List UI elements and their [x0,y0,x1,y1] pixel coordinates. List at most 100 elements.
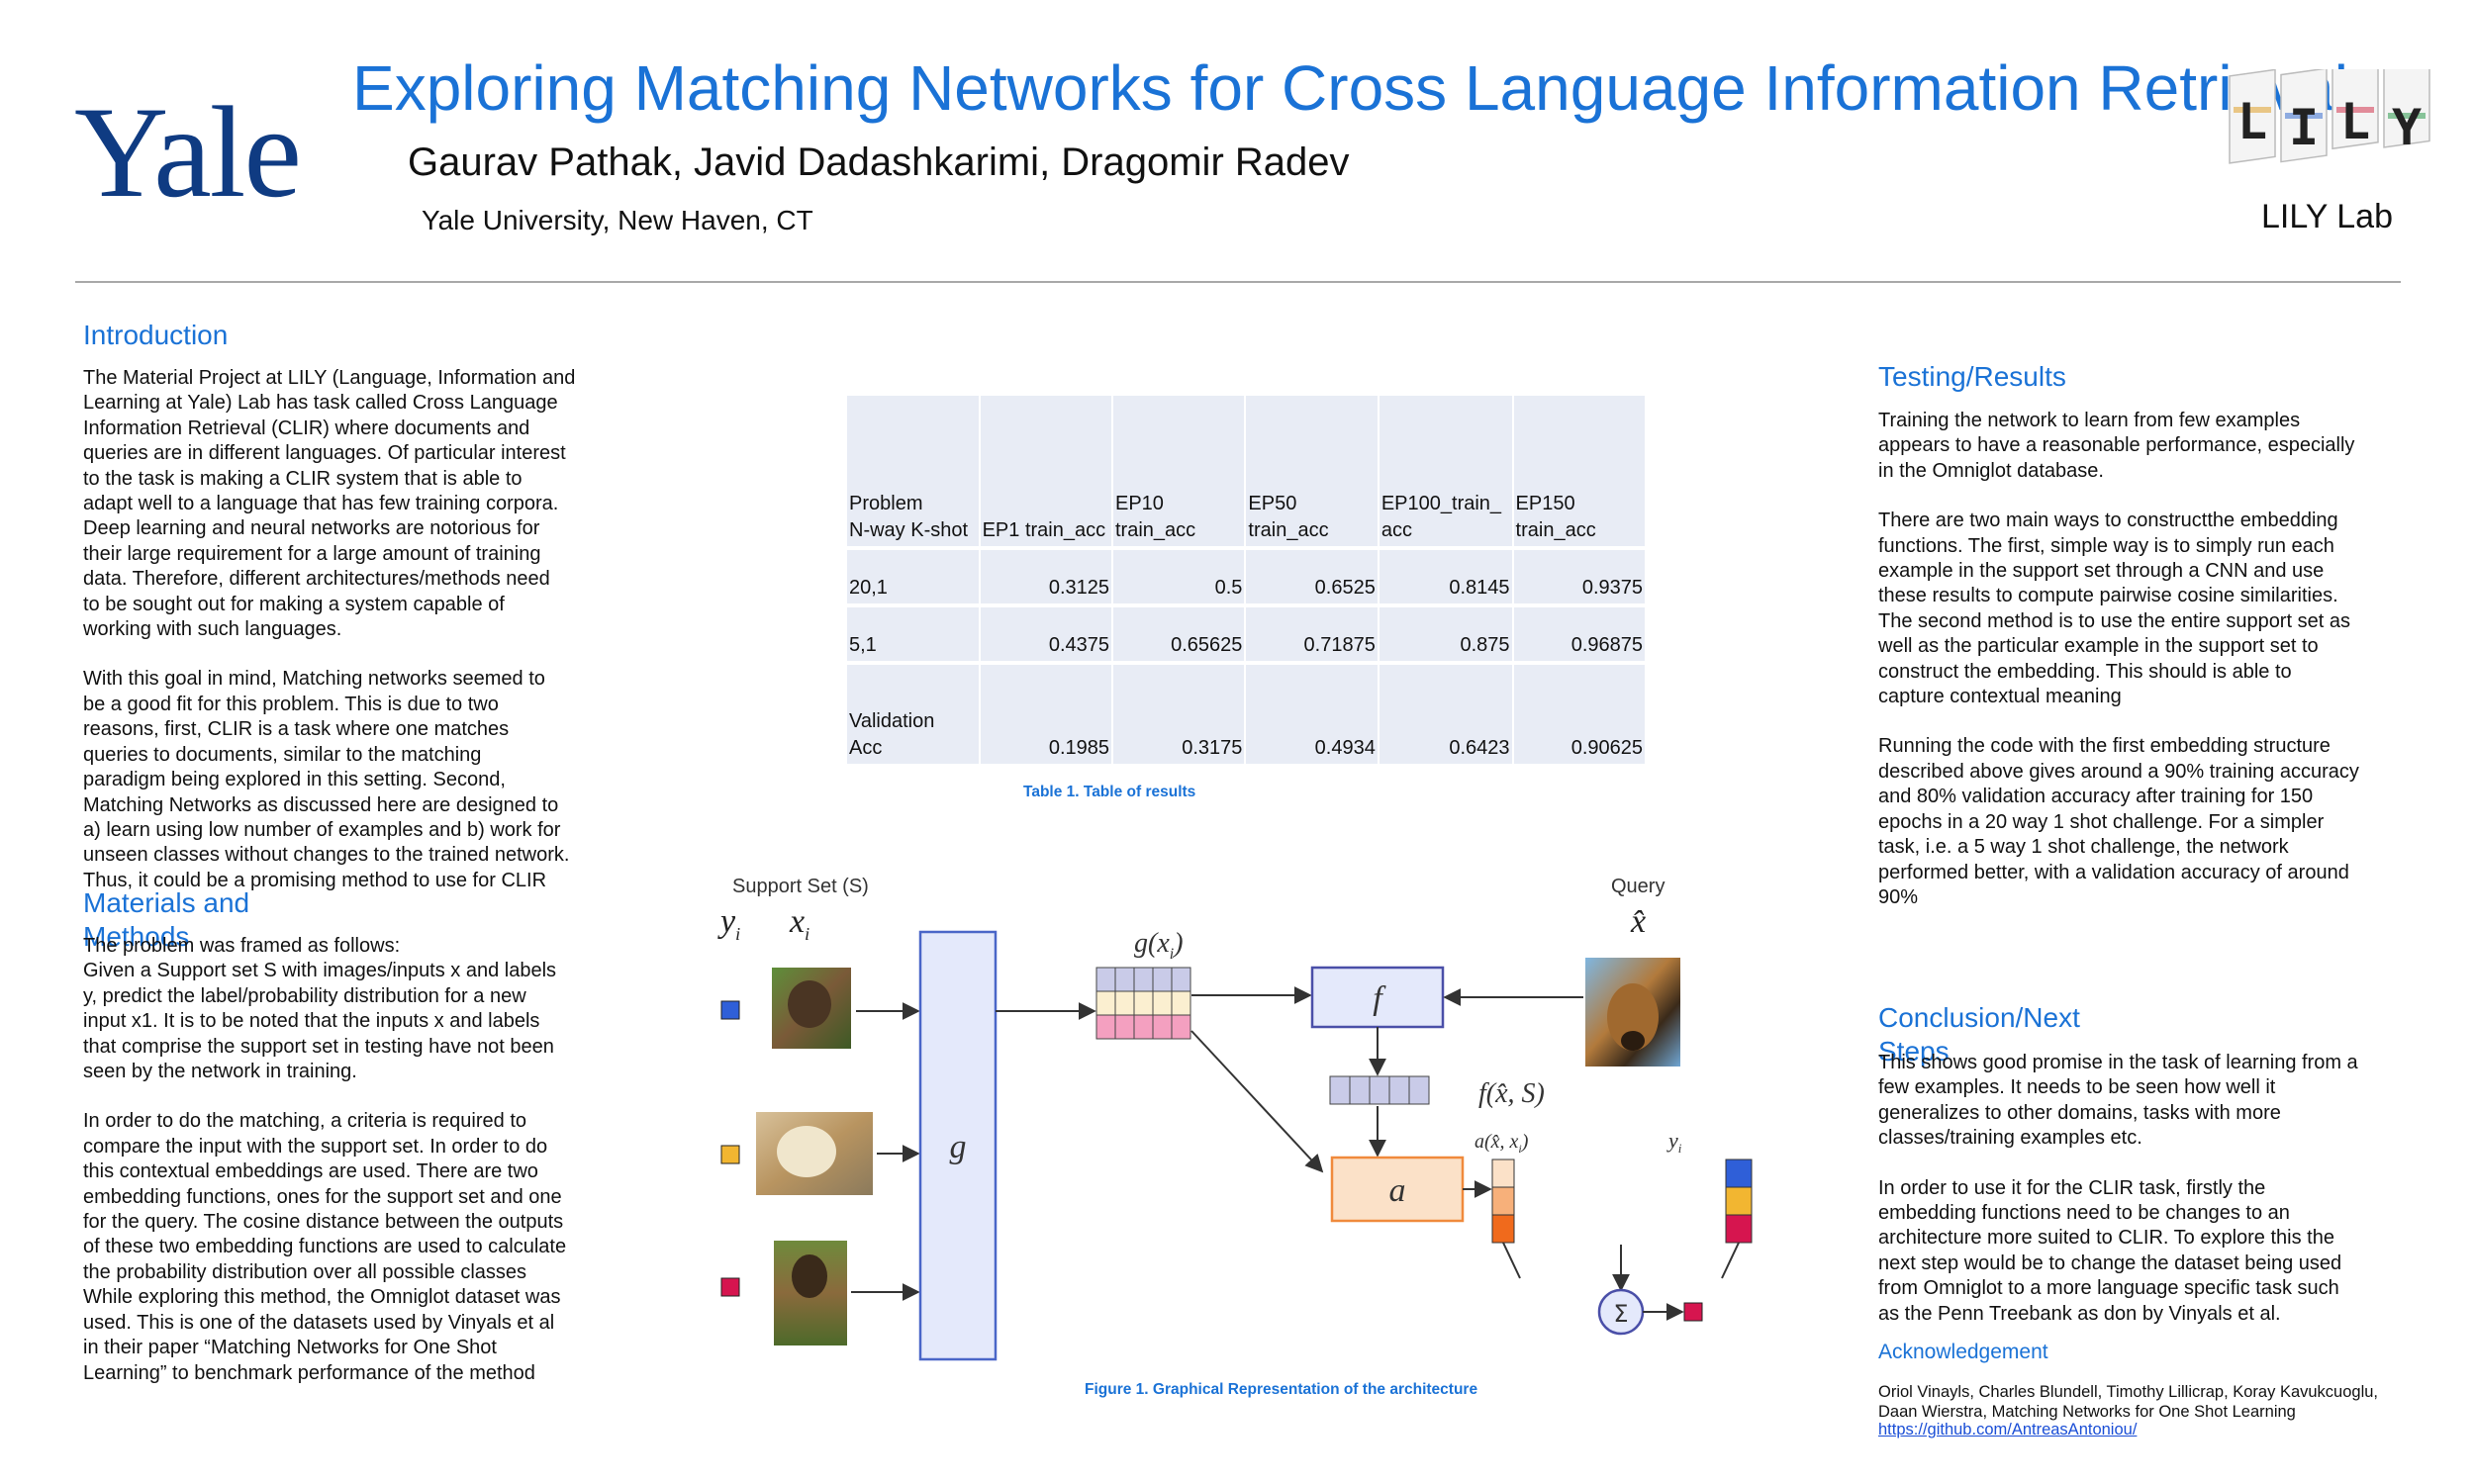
matrix-cell [1171,967,1191,992]
testing-paragraph-1: Training the network to learn from few e… [1878,410,2355,482]
testing-heading: Testing/Results [1878,361,2066,392]
vector-cell [1388,1075,1410,1105]
labels-column [1725,1159,1753,1244]
lily-letter: L [2237,93,2267,150]
introduction-body: The Material Project at LILY (Language, … [83,366,637,918]
x-hat-label: x̂ [1630,903,1646,940]
table-caption: Table 1. Table of results [1023,784,1196,800]
poster-title: Exploring Matching Networks for Cross La… [352,52,2348,124]
lily-letter: Y [2392,99,2422,156]
table-header-cell: EP150 train_acc [1512,396,1648,550]
vector-cell [1408,1075,1430,1105]
header-divider [75,281,2401,283]
methods-body: The problem was framed as follows: Given… [83,934,637,1411]
table-header-cell: Problem N-way K-shot [847,396,981,550]
g-embedding-matrix [1095,967,1191,1040]
matrix-cell [1152,1014,1173,1040]
matrix-cell [1133,1014,1154,1040]
sum-symbol: Σ [1613,1300,1628,1328]
testing-paragraph-2: There are two main ways to constructthe … [1878,510,2350,708]
lily-letter: I [2289,99,2319,156]
label-square-crimson [720,1277,740,1297]
support-set-label: Support Set (S) [732,876,869,897]
table-cell: Validation Acc [847,663,981,768]
vector-cell [1349,1075,1371,1105]
table-cell: 0.71875 [1245,605,1380,665]
table-header-cell: EP10 train_acc [1112,396,1247,550]
table-cell: 0.6423 [1378,663,1514,768]
support-image-1 [772,968,851,1049]
query-label: Query [1611,876,1665,897]
vector-cell [1369,1075,1390,1105]
matrix-cell [1171,1014,1191,1040]
table-header-cell: EP50 train_acc [1245,396,1380,550]
table-cell: 0.3125 [979,548,1114,607]
table-row: 20,1 0.3125 0.5 0.6525 0.8145 0.9375 [847,548,1648,607]
matrix-cell [1095,1014,1116,1040]
table-cell: 0.5 [1112,548,1247,607]
yale-logo: Yale [74,79,302,225]
matrix-cell [1095,990,1116,1016]
g-x-label: g(xi) [1134,928,1184,963]
poster-affiliation: Yale University, New Haven, CT [422,205,813,235]
table-cell: 20,1 [847,548,981,607]
f-x-s-label: f(x̂, S) [1478,1078,1545,1109]
matrix-cell [1114,990,1135,1016]
matrix-cell [1171,990,1191,1016]
query-image [1585,958,1680,1067]
testing-paragraph-3: Running the code with the first embeddin… [1878,735,2359,908]
f-embedding-vector [1329,1075,1430,1105]
table-header-cell: EP1 train_acc [979,396,1114,550]
matrix-cell [1152,990,1173,1016]
conclusion-paragraph-2: In order to use it for the CLIR task, fi… [1878,1176,2342,1325]
lily-letter: L [2340,93,2370,150]
acknowledgement-text: Oriol Vinayls, Charles Blundell, Timothy… [1878,1383,2379,1421]
acknowledgement-link[interactable]: https://github.com/AntreasAntoniou/ [1878,1421,2137,1440]
table-cell: 0.4934 [1245,663,1380,768]
lily-lab-logo: LILY [2229,69,2430,164]
label-square-yellow [720,1145,740,1164]
conclusion-paragraph-1: This shows good promise in the task of l… [1878,1052,2358,1150]
testing-body: Training the network to learn from few e… [1878,409,2432,935]
table-row: Validation Acc 0.1985 0.3175 0.4934 0.64… [847,663,1648,768]
introduction-heading: Introduction [83,320,229,350]
output-label-square [1683,1302,1703,1322]
table-cell: 0.1985 [979,663,1114,768]
y-i-output-label: yi [1666,1128,1682,1156]
table-cell: 0.3175 [1112,663,1247,768]
a-label: a [1389,1172,1406,1209]
table-cell: 0.4375 [979,605,1114,665]
matrix-cell [1095,967,1116,992]
support-image-2 [756,1112,873,1195]
table-cell: 0.90625 [1512,663,1648,768]
matrix-cell [1152,967,1173,992]
table-cell: 0.6525 [1245,548,1380,607]
results-table: Problem N-way K-shot EP1 train_acc EP10 … [847,396,1648,768]
table-cell: 0.875 [1378,605,1514,665]
a-x-label: a(x̂, xi) [1475,1131,1529,1156]
x-i-label: xi [789,903,809,944]
table-row: 5,1 0.4375 0.65625 0.71875 0.875 0.96875 [847,605,1648,665]
table-cell: 0.9375 [1512,548,1648,607]
table-cell: 5,1 [847,605,981,665]
lily-lab-caption: LILY Lab [2261,198,2393,235]
conclusion-body: This shows good promise in the task of l… [1878,1051,2432,1351]
support-image-3 [774,1241,847,1345]
table-header-row: Problem N-way K-shot EP1 train_acc EP10 … [847,396,1648,550]
matrix-cell [1133,990,1154,1016]
label-square-blue [720,1000,740,1020]
attention-weights-column [1491,1159,1515,1244]
poster-authors: Gaurav Pathak, Javid Dadashkarimi, Drago… [408,140,1350,184]
table-cell: 0.96875 [1512,605,1648,665]
table-header-cell: EP100_train_ acc [1378,396,1514,550]
g-label: g [950,1129,967,1165]
introduction-paragraph-2: With this goal in mind, Matching network… [83,668,570,891]
architecture-figure: Support Set (S) yi xi g g(xi) f Query x̂… [717,876,1753,1361]
table-cell: 0.65625 [1112,605,1247,665]
acknowledgement-heading: Acknowledgement [1878,1341,2048,1363]
matrix-cell [1114,1014,1135,1040]
vector-cell [1329,1075,1351,1105]
y-i-label: yi [717,903,740,944]
introduction-paragraph-1: The Material Project at LILY (Language, … [83,367,576,641]
figure-caption: Figure 1. Graphical Representation of th… [1085,1381,1478,1398]
